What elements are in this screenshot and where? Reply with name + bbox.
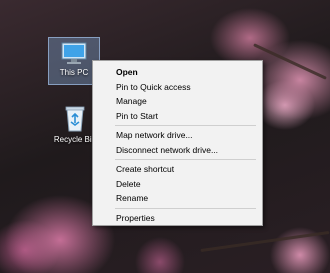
menu-item-delete[interactable]: Delete <box>93 177 262 192</box>
computer-monitor-icon <box>61 42 87 64</box>
branch-decoration <box>200 230 330 253</box>
menu-item-pin-to-start[interactable]: Pin to Start <box>93 109 262 124</box>
menu-item-disconnect-network-drive[interactable]: Disconnect network drive... <box>93 143 262 158</box>
recycle-bin-icon <box>65 106 85 132</box>
context-menu: Open Pin to Quick access Manage Pin to S… <box>92 60 263 226</box>
menu-separator <box>115 159 256 160</box>
desktop[interactable]: This PC Recycle Bin Open Pin to Quick ac… <box>0 0 330 273</box>
menu-item-rename[interactable]: Rename <box>93 191 262 206</box>
menu-item-manage[interactable]: Manage <box>93 94 262 109</box>
menu-separator <box>115 207 256 209</box>
menu-item-create-shortcut[interactable]: Create shortcut <box>93 162 262 177</box>
menu-separator <box>115 125 256 126</box>
menu-item-pin-quick-access[interactable]: Pin to Quick access <box>93 80 262 95</box>
menu-item-map-network-drive[interactable]: Map network drive... <box>93 128 262 143</box>
branch-decoration <box>253 43 327 80</box>
menu-item-open[interactable]: Open <box>93 65 262 80</box>
menu-item-properties[interactable]: Properties <box>93 211 262 226</box>
